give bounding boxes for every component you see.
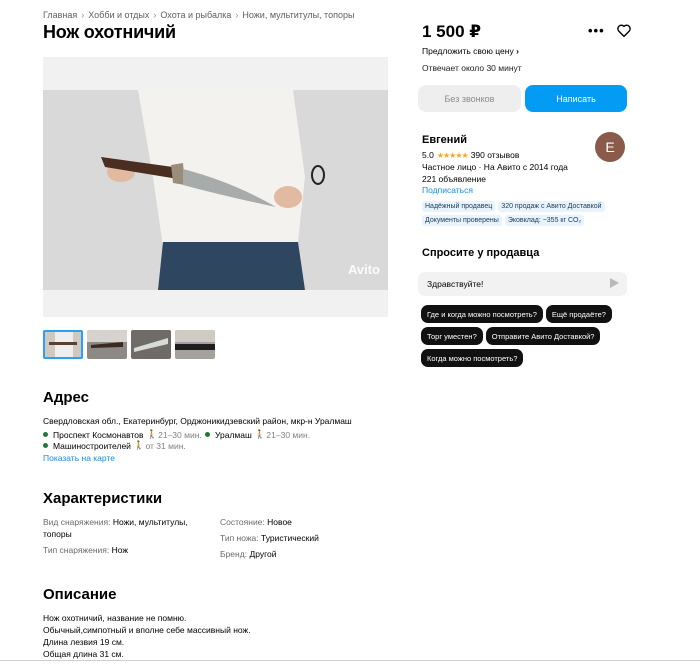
thumbnail[interactable] xyxy=(43,330,83,359)
metro-station: Проспект Космонавтов 🚶 21–30 мин. xyxy=(43,429,202,440)
suggest-price-label: Предложить свою цену xyxy=(422,46,514,56)
chevron-right-icon: › xyxy=(516,46,519,56)
thumbnail[interactable] xyxy=(131,330,171,359)
more-icon[interactable]: ••• xyxy=(588,23,605,38)
metro-time: от 31 мин. xyxy=(145,440,186,451)
address-text: Свердловская обл., Екатеринбург, Орджони… xyxy=(43,416,352,426)
reviews-link[interactable]: 390 отзывов xyxy=(471,150,520,160)
char-item: Тип снаряжения: Нож xyxy=(43,544,128,556)
page-divider xyxy=(0,660,700,664)
thumbnail[interactable] xyxy=(87,330,127,359)
breadcrumb-separator-icon: › xyxy=(153,10,157,20)
seller-badge: Документы проверены xyxy=(422,215,502,226)
description-line: Обычный,симпотный и вполне себе массивны… xyxy=(43,625,251,635)
message-input-value: Здравствуйте! xyxy=(427,279,484,289)
char-key: Состояние: xyxy=(220,517,265,527)
char-value: Новое xyxy=(267,517,292,527)
avatar[interactable]: Е xyxy=(595,132,625,162)
no-calls-button[interactable]: Без звонков xyxy=(418,85,521,112)
metro-name: Проспект Космонавтов xyxy=(53,429,144,440)
description-line: Нож охотничий, название не помню. xyxy=(43,613,187,623)
char-item: Тип ножа: Туристический xyxy=(220,532,319,544)
char-item: Состояние: Новое xyxy=(220,516,292,528)
metro-time: 21–30 мин. xyxy=(158,429,202,440)
seller-name[interactable]: Евгений xyxy=(422,134,467,146)
char-value: Туристический xyxy=(261,533,319,543)
quick-question-chip[interactable]: Ещё продаёте? xyxy=(545,305,612,323)
seller-badge: Надёжный продавец xyxy=(422,201,496,212)
main-photo[interactable]: Avito xyxy=(43,57,388,317)
metro-line-dot xyxy=(43,443,48,448)
walk-icon: 🚶 xyxy=(146,429,158,439)
top-actions: ••• xyxy=(588,23,631,38)
breadcrumb: Главная › Хобби и отдых › Охота и рыбалка › Но… xyxy=(43,10,354,20)
quick-question-chip[interactable]: Торг уместен? xyxy=(421,327,483,345)
walk-icon: 🚶 xyxy=(133,440,145,450)
suggest-price-link[interactable]: Предложить свою цену › xyxy=(422,46,519,56)
price: 1 500 ₽ xyxy=(422,22,482,41)
star-icon: ★★★★★ xyxy=(436,150,469,160)
breadcrumb-separator-icon: › xyxy=(81,10,85,20)
quick-questions: Где и когда можно посмотреть? Ещё продаё… xyxy=(421,305,631,367)
seller-rating: 5.0 ★★★★★ 390 отзывов xyxy=(422,150,519,160)
quick-question-chip[interactable]: Где и когда можно посмотреть? xyxy=(421,305,543,323)
metro-time: 21–30 мин. xyxy=(266,429,311,440)
heart-icon[interactable] xyxy=(616,24,631,37)
knife-photo-illustration xyxy=(101,90,325,290)
char-value: Нож xyxy=(111,545,129,555)
description-heading: Описание xyxy=(43,586,117,603)
address-heading: Адрес xyxy=(43,389,90,406)
message-input[interactable]: Здравствуйте! xyxy=(418,272,627,296)
metro-station: Машиностроителей 🚶 от 31 мин. xyxy=(43,440,186,451)
subscribe-link[interactable]: Подписаться xyxy=(422,185,473,195)
metro-name: Уралмаш xyxy=(215,429,252,440)
description-text: Нож охотничий, название не помню. Обычны… xyxy=(43,612,251,660)
walk-icon: 🚶 xyxy=(254,429,266,439)
breadcrumb-item[interactable]: Главная xyxy=(43,10,77,20)
show-on-map-link[interactable]: Показать на карте xyxy=(43,453,115,463)
description-line: Общая длина 31 см. xyxy=(43,649,124,659)
quick-question-chip[interactable]: Отправите Авито Доставкой? xyxy=(485,327,601,345)
char-key: Тип снаряжения: xyxy=(43,545,110,555)
characteristics-heading: Характеристики xyxy=(43,490,163,507)
thumbnail-strip xyxy=(43,330,215,359)
breadcrumb-item[interactable]: Ножи, мультитулы, топоры xyxy=(242,10,354,20)
seller-badge: Эковклад: −355 кг CO₂ xyxy=(504,215,585,226)
thumbnail[interactable] xyxy=(175,330,215,359)
send-icon[interactable] xyxy=(610,278,619,288)
response-time: Отвечает около 30 минут xyxy=(422,63,522,73)
char-key: Бренд: xyxy=(220,549,248,559)
breadcrumb-item[interactable]: Хобби и отдых xyxy=(88,10,149,20)
char-key: Тип ножа: xyxy=(220,533,259,543)
breadcrumb-separator-icon: › xyxy=(235,10,239,20)
description-line: Длина лезвия 19 см. xyxy=(43,637,125,647)
ask-seller-heading: Спросите у продавца xyxy=(422,247,540,259)
metro-line-dot xyxy=(205,432,210,437)
breadcrumb-item[interactable]: Охота и рыбалка xyxy=(160,10,231,20)
seller-badge: 320 продаж с Авито Доставкой xyxy=(498,201,605,212)
char-value: Другой xyxy=(249,549,277,559)
char-item: Бренд: Другой xyxy=(220,548,276,560)
seller-since: Частное лицо · На Авито с 2014 года xyxy=(422,162,568,172)
write-button[interactable]: Написать xyxy=(525,85,627,112)
avito-watermark: Avito xyxy=(347,262,380,277)
char-key: Вид снаряжения: xyxy=(43,517,111,527)
rating-value: 5.0 xyxy=(422,150,434,160)
metro-station: Уралмаш 🚶 21–30 мин. xyxy=(205,429,310,440)
quick-question-chip[interactable]: Когда можно посмотреть? xyxy=(421,349,524,367)
metro-line-dot xyxy=(43,432,48,437)
seller-badges: Надёжный продавец 320 продаж с Авито Дос… xyxy=(422,201,627,226)
metro-name: Машиностроителей xyxy=(53,440,131,451)
char-item: Вид снаряжения: Ножи, мультитулы, топоры xyxy=(43,516,203,540)
page-title: Нож охотничий xyxy=(43,22,176,42)
seller-listings[interactable]: 221 объявление xyxy=(422,174,486,184)
